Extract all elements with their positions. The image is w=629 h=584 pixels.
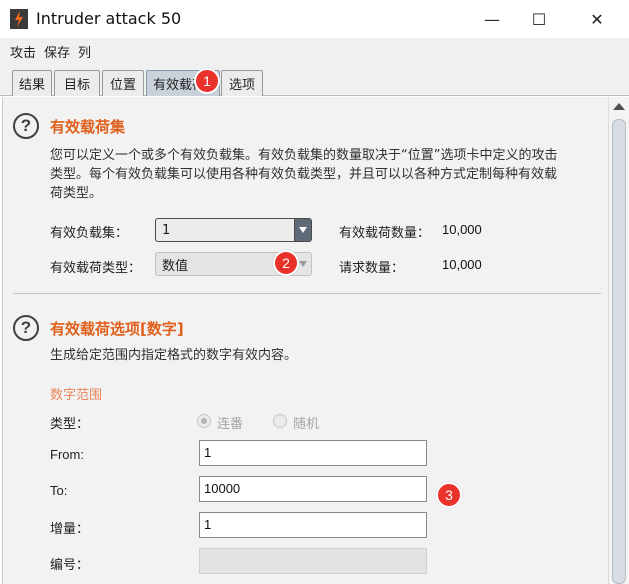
payload-sets-description-line1: 您可以定义一个或多个有效负载集。有效负载集的数量取决于“位置”选项卡中定义的攻击: [50, 148, 558, 163]
step-input[interactable]: 1: [199, 512, 427, 538]
from-input[interactable]: 1: [199, 440, 427, 466]
payload-options-description: 生成给定范围内指定格式的数字有效内容。: [50, 348, 298, 363]
window-title: Intruder attack 50: [36, 9, 182, 28]
section-divider: [13, 293, 601, 294]
tab-target[interactable]: 目标: [54, 70, 100, 96]
to-input[interactable]: 10000: [199, 476, 427, 502]
payload-set-value: 1: [162, 222, 171, 238]
payloads-panel: ? 有效载荷集 您可以定义一个或多个有效负载集。有效负载集的数量取决于“位置”选…: [2, 97, 608, 584]
maximize-button[interactable]: ☐: [517, 0, 561, 38]
payload-sets-title: 有效载荷集: [50, 118, 126, 136]
chevron-down-icon: [294, 219, 311, 241]
tab-results[interactable]: 结果: [12, 70, 52, 96]
menu-attack[interactable]: 攻击: [10, 42, 36, 61]
close-button[interactable]: ✕: [575, 0, 619, 38]
vertical-scrollbar[interactable]: [608, 97, 629, 584]
title-bar: Intruder attack 50 — ☐ ✕: [0, 0, 629, 38]
help-icon[interactable]: ?: [13, 113, 39, 139]
radio-random-label: 随机: [293, 417, 320, 432]
annotation-badge-3: 3: [436, 482, 462, 508]
annotation-badge-2: 2: [273, 250, 299, 276]
payload-count-value: 10,000: [442, 222, 482, 237]
payload-options-title: 有效载荷选项[数字]: [50, 320, 184, 338]
minimize-button[interactable]: —: [470, 0, 514, 38]
payload-set-select[interactable]: 1: [155, 218, 312, 242]
menu-bar: 攻击 保存 列: [0, 38, 629, 64]
tab-strip: 结果 目标 位置 有效载荷 选项 1: [0, 64, 629, 96]
number-range-heading: 数字范围: [50, 388, 103, 403]
payload-count-label: 有效载荷数量：: [339, 226, 431, 241]
request-count-value: 10,000: [442, 257, 482, 272]
step-label: 增量：: [50, 522, 90, 537]
to-label: To:: [50, 483, 68, 498]
tab-options[interactable]: 选项: [221, 70, 263, 96]
annotation-badge-1: 1: [194, 68, 220, 94]
scroll-thumb[interactable]: [612, 119, 626, 584]
payload-type-value: 数值: [162, 258, 189, 274]
menu-columns[interactable]: 列: [78, 42, 91, 61]
menu-save[interactable]: 保存: [44, 42, 70, 61]
scroll-up-arrow-icon[interactable]: [613, 103, 625, 110]
radio-random[interactable]: [273, 414, 287, 428]
tab-positions[interactable]: 位置: [102, 70, 144, 96]
payload-set-label: 有效负载集：: [50, 226, 129, 241]
payload-sets-description-line2: 类型。每个有效负载集可以使用各种有效负载类型，并且可以以各种方式定制每种有效载: [50, 167, 558, 182]
radio-sequential-label: 连番: [217, 417, 244, 432]
request-count-label: 请求数量：: [339, 261, 405, 276]
number-input: [199, 548, 427, 574]
range-type-label: 类型：: [50, 417, 90, 432]
payload-type-label: 有效载荷类型：: [50, 261, 142, 276]
burp-app-icon: [10, 9, 28, 29]
number-label: 编号：: [50, 558, 90, 573]
payload-sets-description-line3: 荷类型。: [50, 186, 103, 201]
from-label: From:: [50, 447, 84, 462]
radio-sequential[interactable]: [197, 414, 211, 428]
help-icon[interactable]: ?: [13, 315, 39, 341]
